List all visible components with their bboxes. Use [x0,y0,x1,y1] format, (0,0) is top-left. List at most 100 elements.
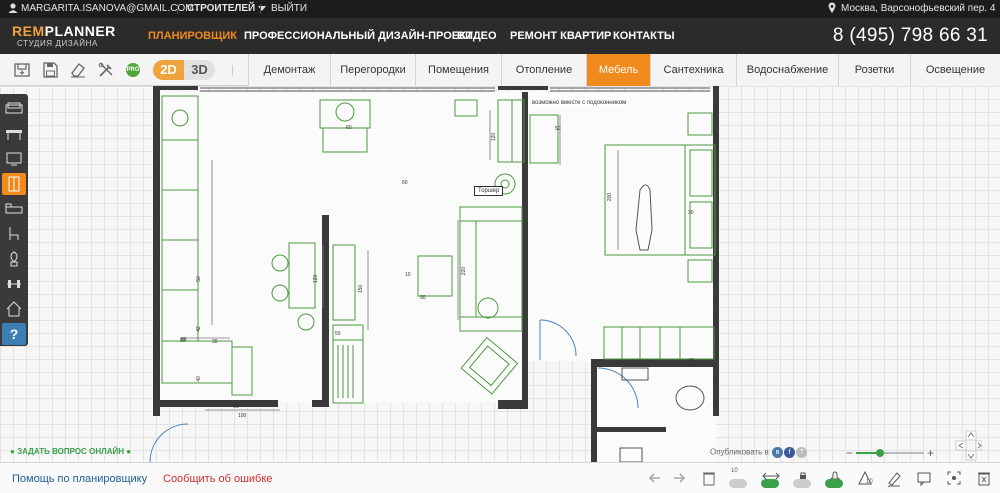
dimension-label: 50 [195,276,202,282]
toolbar: PRO 2D 3D Демонтаж Перегородки Помещения… [0,54,1000,86]
dimension-label: 10 [405,272,411,278]
bed-icon[interactable] [2,198,26,220]
logo-subtitle: СТУДИЯ ДИЗАЙНА [17,39,98,48]
account-email[interactable]: MARGARITA.ISANOVA@GMAIL.COM [21,0,194,18]
ask-question-link[interactable]: ● ЗАДАТЬ ВОПРОС ОНЛАЙН ● [10,447,131,456]
logout-link[interactable]: ВЫЙТИ [271,0,307,18]
phone-number[interactable]: 8 (495) 798 66 31 [833,25,988,47]
table-icon[interactable] [2,123,26,145]
angle-badge: 10 [731,468,738,474]
tab-water-supply[interactable]: Водоснабжение [736,54,838,86]
tab-sockets[interactable]: Розетки [838,54,910,86]
plan-canvas[interactable]: возможно вместе с подоконником Торшер 12… [0,86,1000,462]
wall-central [522,92,528,409]
nav-repair[interactable]: РЕМОНТ КВАРТИР [510,18,611,54]
window-mid [498,86,548,90]
object-palette: ? [0,94,28,346]
wall-bathroom-top [596,359,719,367]
gym-icon[interactable] [2,273,26,295]
report-link[interactable]: Сообщить об ошибке [163,473,272,485]
pro-badge[interactable]: PRO [126,63,140,77]
dimension-label: 50 [335,331,341,337]
floppy-icon[interactable] [40,60,60,80]
nav-planner[interactable]: ПЛАНИРОВЩИК [148,18,237,54]
facebook-icon[interactable]: f [784,447,796,458]
clear-icon[interactable] [974,468,994,488]
tab-rooms[interactable]: Помещения [415,54,501,86]
tab-partitions[interactable]: Перегородки [330,54,415,86]
pan-arrows[interactable] [942,430,983,462]
location-text[interactable]: Москва, Варсонофьевский пер. 4 [841,0,995,18]
chair-icon[interactable] [2,223,26,245]
dimension-label: 61 [233,404,239,410]
area-badge: 10 [866,479,873,485]
wall-bathroom-mid [596,427,666,432]
mode-2d-button[interactable]: 2D [153,60,184,80]
svg-text:+: + [927,447,934,459]
plant-icon[interactable] [2,248,26,270]
dimension-label: 100 [238,413,247,419]
user-icon [8,0,18,18]
wardrobe-icon[interactable] [2,173,26,195]
chat-icon: ● [10,447,15,456]
dimension-label: 50 [555,126,561,132]
pencil-icon[interactable] [884,468,904,488]
nav-contacts[interactable]: КОНТАКТЫ [613,18,675,54]
wall-left [153,86,160,416]
svg-text:−: − [846,447,853,459]
dimension-label: 120 [313,274,320,284]
location-pin-icon [827,0,837,18]
zoom-slider[interactable]: − + [846,446,936,460]
dimension-label: 220 [461,266,468,276]
select-icon[interactable] [944,468,964,488]
dimension-label: 90 [420,295,426,301]
vk-icon[interactable]: в [772,447,784,458]
tab-heating[interactable]: Отопление [501,54,586,86]
mode-3d-button[interactable]: 3D [184,60,215,80]
bottom-bar: Помощь по планировщику Сообщить об ошибк… [0,462,1000,493]
window-left [158,86,198,90]
floor-plan[interactable] [0,86,1000,462]
category-tabs: Демонтаж Перегородки Помещения Отопление… [248,54,1000,86]
role-select[interactable]: СТРОИТЕЛЕЙ [187,0,267,18]
lamp-label[interactable]: Торшер [474,186,504,196]
area-icon[interactable]: 10 [855,468,875,488]
help-button[interactable]: ? [2,323,26,345]
wall-bottom-left [153,400,278,407]
logo[interactable]: REMPLANNER [12,24,116,38]
angle-toggle[interactable]: 10 [727,468,751,488]
tab-plumbing[interactable]: Сантехника [650,54,736,86]
trash-icon[interactable] [699,468,719,488]
eraser-icon[interactable] [68,60,88,80]
dimension-label: 200 [607,192,614,202]
save-icon[interactable] [12,60,32,80]
redo-icon[interactable] [668,468,688,488]
dimension-label: 40 [195,376,202,382]
nav-video[interactable]: ВИДЕО [457,18,497,54]
main-nav: REMPLANNER СТУДИЯ ДИЗАЙНА ПЛАНИРОВЩИК ПР… [0,18,1000,54]
lock-toggle[interactable] [791,468,815,488]
door-entrance[interactable] [149,423,189,462]
nav-design-project[interactable]: ПРОФЕССИОНАЛЬНЫЙ ДИЗАЙН-ПРОЕКТ [244,18,473,54]
plan-note: возможно вместе с подоконником [532,100,627,106]
chat-icon[interactable] [914,468,934,488]
undo-icon[interactable] [646,468,666,488]
width-toggle[interactable] [759,468,783,488]
sofa-icon[interactable] [2,98,26,120]
wall-bathroom-left [591,359,597,462]
tab-furniture[interactable]: Мебель [586,54,650,86]
help-icon[interactable]: ? [796,447,808,458]
tab-lighting[interactable]: Освещение [910,54,1000,86]
role-label: СТРОИТЕЛЕЙ [187,3,256,14]
account-bar: MARGARITA.ISANOVA@GMAIL.COM СТРОИТЕЛЕЙ В… [0,0,1000,18]
dimension-label: 40 [688,358,694,364]
tools-icon[interactable] [96,60,116,80]
online-dot-icon: ● [126,447,132,456]
house-icon[interactable] [2,298,26,320]
tv-icon[interactable] [2,148,26,170]
bell-toggle[interactable] [823,468,847,488]
tab-demolition[interactable]: Демонтаж [248,54,330,86]
dimension-label: 60 [346,125,352,131]
toolbar-divider [232,65,233,76]
help-link[interactable]: Помощь по планировщику [12,473,147,485]
